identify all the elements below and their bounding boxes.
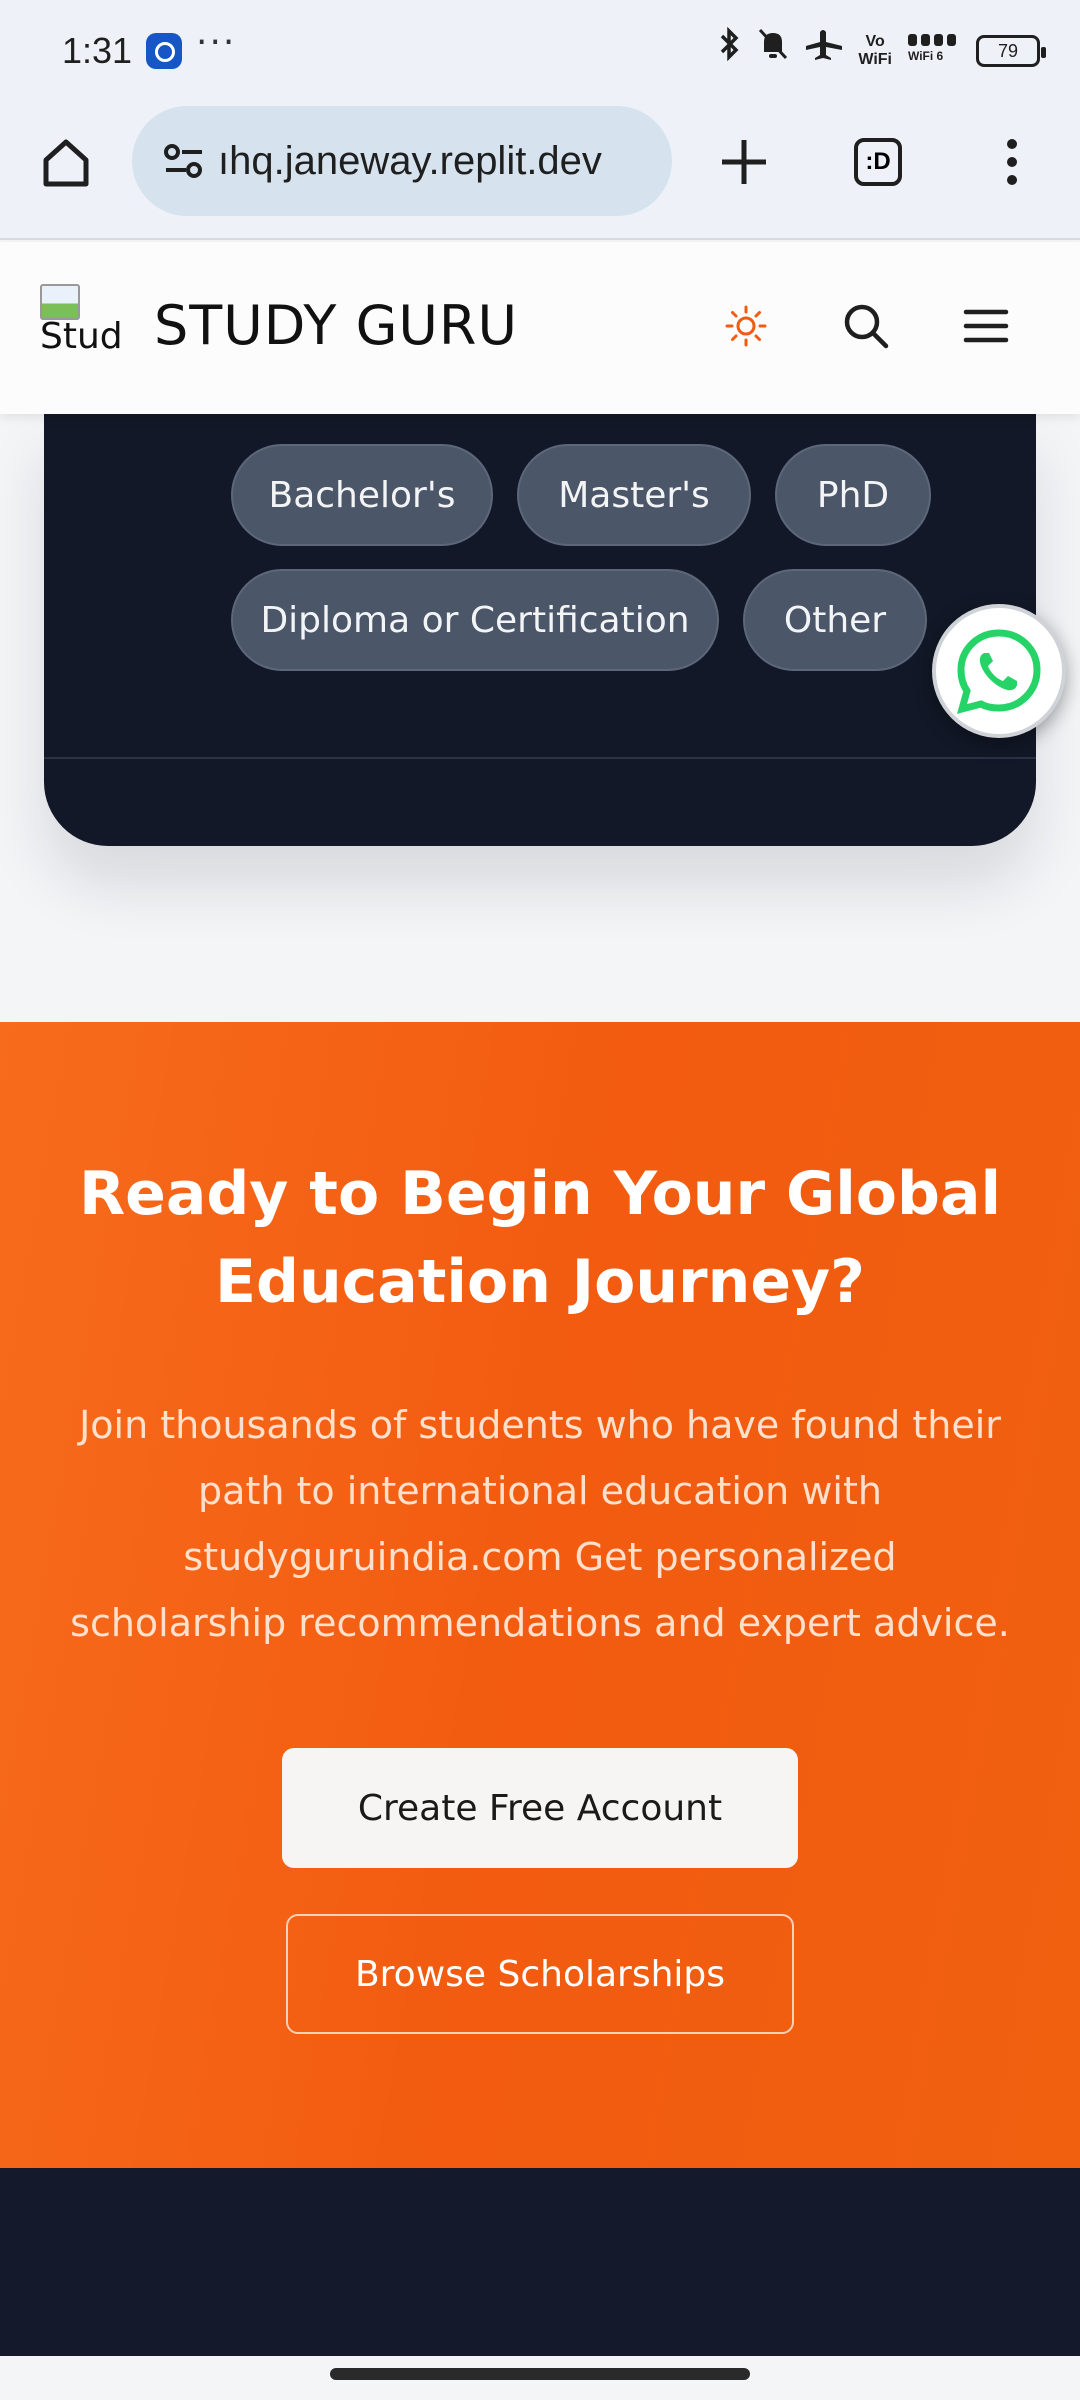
notification-app-icon	[146, 33, 182, 69]
plus-icon	[722, 140, 766, 184]
chip-other[interactable]: Other	[743, 569, 927, 671]
url-text: ıhq.janeway.replit.dev	[218, 138, 602, 183]
chip-diploma[interactable]: Diploma or Certification	[231, 569, 719, 671]
browser-menu-button[interactable]	[980, 130, 1044, 194]
brand-name[interactable]: STUDY GURU	[154, 294, 518, 357]
cta-description: Join thousands of students who have foun…	[70, 1403, 1010, 1645]
tab-switcher-icon: :D	[854, 138, 902, 186]
bluetooth-icon	[718, 26, 742, 75]
gesture-handle[interactable]	[330, 2368, 750, 2380]
battery-indicator: 79	[976, 34, 1046, 67]
site-settings-button[interactable]	[158, 135, 210, 187]
nav-menu-button[interactable]	[954, 294, 1018, 358]
status-icons: Vo WiFi WiFi 6 79	[718, 26, 1046, 75]
site-logo[interactable]: Stud	[40, 284, 136, 380]
tab-switcher-button[interactable]: :D	[846, 130, 910, 194]
cta-section: Ready to Begin Your Global Education Jou…	[0, 1022, 1080, 2168]
chip-masters[interactable]: Master's	[517, 444, 751, 546]
sun-icon	[725, 305, 767, 347]
svg-text:WiFi 6: WiFi 6	[908, 49, 944, 62]
logo-alt-text: Stud	[40, 316, 123, 357]
vowifi-label: Vo WiFi	[858, 32, 892, 68]
card-divider	[44, 757, 1036, 759]
address-bar[interactable]: ıhq.janeway.replit.dev	[132, 106, 672, 216]
whatsapp-button[interactable]	[932, 604, 1066, 738]
degree-filter-card: Bachelor's Master's PhD Diploma or Certi…	[44, 414, 1036, 846]
theme-toggle-button[interactable]	[714, 294, 778, 358]
broken-image-icon	[40, 284, 80, 320]
chip-bachelors[interactable]: Bachelor's	[231, 444, 493, 546]
hamburger-icon	[963, 309, 1009, 343]
cta-title: Ready to Begin Your Global Education Jou…	[78, 1159, 1002, 1317]
new-tab-button[interactable]	[712, 130, 776, 194]
chip-phd[interactable]: PhD	[775, 444, 931, 546]
degree-chip-row-2: Diploma or Certification Other	[231, 569, 927, 671]
degree-chip-row-1: Bachelor's Master's PhD	[231, 444, 931, 546]
home-button[interactable]	[34, 130, 98, 194]
search-button[interactable]	[834, 294, 898, 358]
home-icon	[43, 139, 89, 187]
status-bar: 1:31 ··· Vo WiFi WiFi 6 79	[0, 0, 1080, 100]
more-notifications-icon: ···	[196, 22, 237, 63]
whatsapp-icon	[956, 629, 1041, 714]
browser-toolbar: ıhq.janeway.replit.dev :D	[0, 100, 1080, 240]
browse-scholarships-button[interactable]: Browse Scholarships	[286, 1914, 794, 2034]
status-time: 1:31	[62, 30, 133, 71]
site-header: Stud STUDY GURU	[0, 242, 1080, 414]
search-icon	[844, 304, 889, 349]
more-vert-icon	[1007, 139, 1017, 185]
site-settings-icon	[164, 144, 202, 178]
signal-icon: WiFi 6	[906, 26, 962, 75]
create-account-button[interactable]: Create Free Account	[282, 1748, 798, 1868]
airplane-mode-icon	[804, 26, 844, 75]
mute-bell-icon	[756, 26, 790, 75]
site-footer	[0, 2168, 1080, 2356]
